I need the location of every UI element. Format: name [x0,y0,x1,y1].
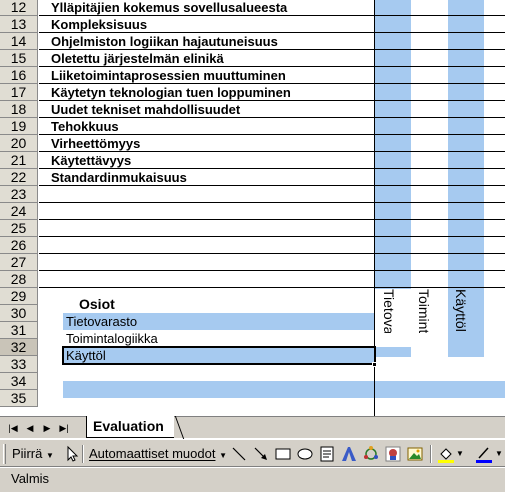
next-sheet-button[interactable]: ▶ [40,420,54,436]
row-header[interactable]: 26 [0,237,38,254]
sheet-row: 23 [0,186,505,203]
row-header[interactable]: 32 [0,339,38,356]
status-bar: Valmis [0,468,505,492]
last-sheet-button[interactable]: ▶| [57,420,71,436]
toolbar-separator [82,445,84,463]
line-color-icon[interactable] [475,445,493,463]
toolbar-separator [430,445,432,463]
row-header[interactable]: 23 [0,186,38,203]
draw-dropdown-icon: ▼ [45,451,54,460]
row-header[interactable]: 15 [0,50,38,67]
sheet-row: 17 Käytetyn teknologian tuen loppuminen [0,84,505,101]
toolbar-grip[interactable] [3,444,6,464]
sheet-row: 25 [0,220,505,237]
row-header[interactable]: 12 [0,0,38,16]
sheet-row: 16 Liiketoimintaprosessien muuttuminen [0,67,505,84]
clipart-icon[interactable] [384,445,402,463]
sheet-row: 21 Käytettävyys [0,152,505,169]
criterion-label[interactable]: Kompleksisuus [51,16,147,33]
row-header[interactable]: 30 [0,305,38,322]
sheet-row: 24 [0,203,505,220]
oval-icon[interactable] [296,445,314,463]
criterion-label[interactable]: Oletettu järjestelmän elinikä [51,50,224,67]
autoshapes-dropdown-icon: ▼ [219,451,228,460]
row-header[interactable]: 13 [0,16,38,33]
criterion-label[interactable]: Standardinmukaisuus [51,169,187,186]
row-header[interactable]: 29 [0,288,38,305]
textbox-icon[interactable] [318,445,336,463]
criterion-label[interactable]: Käytetyn teknologian tuen loppuminen [51,84,291,101]
sheet-row: 26 [0,237,505,254]
legend-title: Osiot [79,296,115,312]
criterion-label[interactable]: Ylläpitäjien kokemus sovellusalueesta [51,0,287,16]
row-header[interactable]: 18 [0,101,38,118]
chart-top-border [375,287,505,288]
row-header[interactable]: 17 [0,84,38,101]
legend-item[interactable]: Toimintalogiikka [64,330,158,347]
sheet-row: 22 Standardinmukaisuus [0,169,505,186]
criterion-label[interactable]: Ohjelmiston logiikan hajautuneisuus [51,33,278,50]
diagram-icon[interactable] [362,445,380,463]
row-header[interactable]: 25 [0,220,38,237]
row-header[interactable]: 20 [0,135,38,152]
row-header[interactable]: 14 [0,33,38,50]
column-header-1: Toiminta [416,289,432,333]
select-arrow-icon[interactable] [63,445,81,463]
first-sheet-button[interactable]: |◀ [6,420,20,436]
line-icon[interactable] [230,445,248,463]
wordart-icon[interactable] [340,445,358,463]
criterion-label[interactable]: Virheettömyys [51,135,140,152]
sheet-row: 13 Kompleksisuus [0,16,505,33]
sheet-tab-evaluation[interactable]: Evaluation [86,416,174,438]
row-header[interactable]: 28 [0,271,38,288]
sheet-row: 35 [0,390,505,407]
worksheet-grid[interactable]: 12 Ylläpitäjien kokemus sovellusalueesta 1… [0,0,505,416]
draw-menu-button[interactable]: Piirrä ▼ [12,445,54,463]
sheet-row: 12 Ylläpitäjien kokemus sovellusalueesta [0,0,505,16]
sheet-row: 19 Tehokkuus [0,118,505,135]
sheet-row: 34 [0,373,505,390]
row-header[interactable]: 16 [0,67,38,84]
draw-menu-label: Piirrä [12,446,43,461]
row-header[interactable]: 33 [0,356,38,373]
sheet-tab-bar: |◀ ◀ ▶ ▶| Evaluation [0,416,505,438]
criterion-label[interactable]: Uudet tekniset mahdollisuudet [51,101,240,118]
sheet-row: 15 Oletettu järjestelmän elinikä [0,50,505,67]
row-header[interactable]: 24 [0,203,38,220]
row-header[interactable]: 27 [0,254,38,271]
row-header[interactable]: 35 [0,390,38,407]
row-header[interactable]: 19 [0,118,38,135]
fill-color-icon[interactable] [437,445,455,463]
row-header[interactable]: 22 [0,169,38,186]
rectangle-icon[interactable] [274,445,292,463]
criterion-label[interactable]: Käytettävyys [51,152,131,169]
sheet-row: 18 Uudet tekniset mahdollisuudet [0,101,505,118]
selected-cell[interactable] [62,346,376,365]
column-header-0: Tietova [381,289,397,333]
picture-icon[interactable] [406,445,424,463]
column-header-2: Käyttöl [453,289,469,332]
drawing-toolbar: Piirrä ▼ Automaattiset muodot ▼ ▼ ▼ [0,439,505,467]
row-header[interactable]: 34 [0,373,38,390]
sheet-row: 28 [0,271,505,288]
line-color-dropdown-icon[interactable]: ▼ [495,445,503,463]
criterion-label[interactable]: Tehokkuus [51,118,119,135]
fill-color-dropdown-icon[interactable]: ▼ [456,445,464,463]
sheet-row: 27 [0,254,505,271]
sheet-row: 20 Virheettömyys [0,135,505,152]
prev-sheet-button[interactable]: ◀ [23,420,37,436]
autoshapes-label: Automaattiset muodot [89,446,216,461]
fill-handle[interactable] [372,362,377,367]
sheet-row: 14 Ohjelmiston logiikan hajautuneisuus [0,33,505,50]
row-header[interactable]: 21 [0,152,38,169]
status-text: Valmis [11,471,50,486]
autoshapes-menu-button[interactable]: Automaattiset muodot ▼ [89,445,227,463]
criterion-label[interactable]: Liiketoimintaprosessien muuttuminen [51,67,286,84]
legend-item[interactable]: Tietovarasto [64,313,137,330]
arrow-icon[interactable] [252,445,270,463]
row-header[interactable]: 31 [0,322,38,339]
